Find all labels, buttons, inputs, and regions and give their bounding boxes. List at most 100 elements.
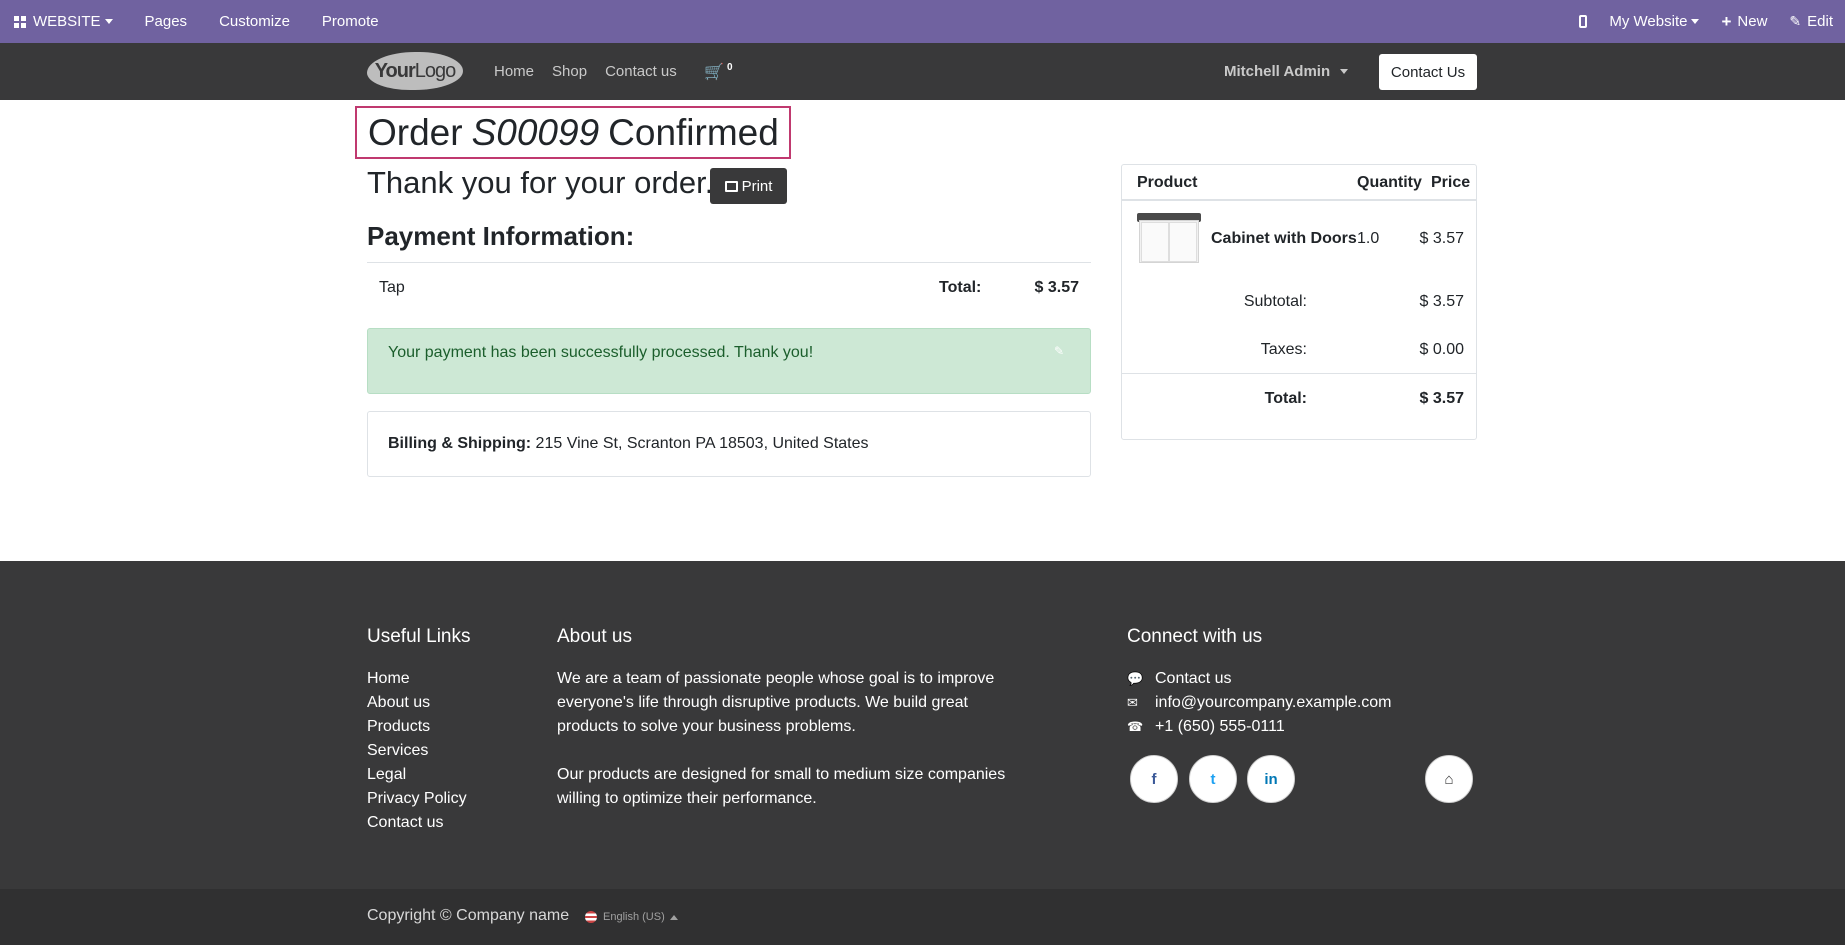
- product-image: [1137, 213, 1201, 265]
- billing-label: Billing & Shipping:: [388, 435, 532, 452]
- site-logo[interactable]: Your Logo: [367, 52, 463, 90]
- pencil-icon: ✎: [1789, 13, 1802, 29]
- website-admin-bar: WEBSITE Pages Customize Promote My Websi…: [0, 0, 1845, 43]
- order-confirmed-title: Order S00099 Confirmed: [355, 106, 791, 159]
- product-price: $ 3.57: [1419, 230, 1464, 247]
- payment-information-heading: Payment Information:: [367, 221, 635, 251]
- pencil-icon[interactable]: ✎: [1054, 344, 1064, 358]
- footer-email[interactable]: info@yourcompany.example.com: [1155, 691, 1392, 715]
- my-website-switcher[interactable]: My Website: [1609, 0, 1700, 43]
- order-summary-card: Product Quantity Price Cabinet with Door…: [1121, 164, 1477, 440]
- site-footer: Useful Links Home About us Products Serv…: [0, 561, 1845, 889]
- connect-list: 💬 Contact us ✉ info@yourcompany.example.…: [1127, 667, 1392, 739]
- language-selector[interactable]: English (US): [585, 911, 678, 923]
- total-divider: [1122, 373, 1476, 374]
- copyright-text: Copyright © Company name: [367, 907, 570, 924]
- new-label: New: [1737, 13, 1768, 30]
- logo-text: Logo: [414, 59, 456, 82]
- phone-icon: ☎: [1127, 719, 1144, 734]
- header-divider: [1122, 199, 1476, 201]
- facebook-icon: f: [1151, 770, 1157, 788]
- order-title-prefix: Order: [368, 111, 463, 153]
- twitter-icon: t: [1210, 770, 1216, 788]
- billing-shipping-card: Billing & Shipping: 215 Vine St, Scranto…: [367, 411, 1091, 477]
- useful-links-title: Useful Links: [367, 626, 471, 647]
- col-header-price: Price: [1431, 174, 1471, 191]
- website-menu[interactable]: WEBSITE: [14, 0, 113, 43]
- useful-links-list: Home About us Products Services Legal Pr…: [367, 667, 467, 835]
- facebook-button[interactable]: f: [1130, 755, 1178, 803]
- taxes-value: $ 0.00: [1419, 341, 1464, 358]
- connect-title: Connect with us: [1127, 626, 1263, 647]
- edit-label: Edit: [1807, 13, 1833, 30]
- printer-icon: [724, 180, 738, 192]
- summary-total-value: $ 3.57: [1419, 390, 1464, 407]
- site-navbar: Your Logo Home Shop Contact us 🛒 0 Mitche…: [0, 43, 1845, 100]
- footer-link-products[interactable]: Products: [367, 715, 467, 739]
- contact-us-button[interactable]: Contact Us: [1379, 54, 1477, 90]
- footer-link-privacy[interactable]: Privacy Policy: [367, 787, 467, 811]
- footer-link-contact[interactable]: Contact us: [367, 811, 467, 835]
- about-us-text: We are a team of passionate people whose…: [557, 667, 1007, 835]
- pages-menu[interactable]: Pages: [145, 0, 188, 43]
- shopping-cart-icon[interactable]: 🛒: [704, 62, 724, 82]
- home-icon: ⌂: [1444, 770, 1454, 788]
- plus-icon: +: [1721, 11, 1732, 31]
- logo-text-bold: Your: [374, 59, 416, 82]
- payment-success-alert: Your payment has been successfully proce…: [367, 328, 1091, 394]
- footer-link-services[interactable]: Services: [367, 739, 467, 763]
- envelope-icon: ✉: [1127, 695, 1138, 710]
- print-button[interactable]: Print: [710, 168, 787, 204]
- taxes-label: Taxes:: [1260, 341, 1307, 358]
- main-nav: Home Shop Contact us: [494, 43, 695, 100]
- twitter-button[interactable]: t: [1189, 755, 1237, 803]
- linkedin-icon: in: [1264, 770, 1278, 788]
- footer-link-about[interactable]: About us: [367, 691, 467, 715]
- customize-menu[interactable]: Customize: [219, 0, 290, 43]
- subtotal-label: Subtotal:: [1243, 293, 1307, 310]
- mobile-icon: [1579, 15, 1588, 28]
- mobile-preview-button[interactable]: [1579, 0, 1588, 43]
- comment-icon: 💬: [1127, 671, 1144, 686]
- col-header-quantity: Quantity: [1357, 174, 1422, 191]
- new-content-button[interactable]: + New: [1721, 0, 1767, 43]
- footer-link-home[interactable]: Home: [367, 667, 467, 691]
- footer-link-legal[interactable]: Legal: [367, 763, 467, 787]
- billing-address: 215 Vine St, Scranton PA 18503, United S…: [535, 435, 869, 452]
- caret-down-icon: [1340, 69, 1349, 74]
- subtotal-value: $ 3.57: [1419, 293, 1464, 310]
- caret-down-icon: [104, 19, 113, 24]
- language-label: English (US): [603, 911, 665, 923]
- user-name: Mitchell Admin: [1224, 63, 1331, 80]
- about-paragraph-2: Our products are designed for small to m…: [557, 766, 1006, 807]
- payment-success-message: Your payment has been successfully proce…: [388, 344, 814, 361]
- about-us-title: About us: [557, 626, 632, 647]
- payment-total-label: Total:: [939, 279, 982, 296]
- product-quantity: 1.0: [1357, 230, 1380, 247]
- user-menu[interactable]: Mitchell Admin: [1224, 43, 1349, 100]
- payment-method: Tap: [379, 279, 405, 296]
- apps-grid-icon: [14, 15, 26, 28]
- caret-down-icon: [1691, 19, 1700, 24]
- product-name[interactable]: Cabinet with Doors: [1211, 230, 1357, 248]
- order-reference: S00099: [471, 111, 600, 153]
- nav-contact-us[interactable]: Contact us: [605, 63, 677, 80]
- home-button[interactable]: ⌂: [1425, 755, 1473, 803]
- caret-up-icon: [669, 914, 678, 920]
- footer-contact-us[interactable]: Contact us: [1155, 667, 1231, 691]
- footer-phone[interactable]: +1 (650) 555-0111: [1155, 715, 1285, 739]
- nav-home[interactable]: Home: [494, 63, 534, 80]
- order-title-suffix: Confirmed: [608, 111, 779, 153]
- print-label: Print: [741, 177, 773, 195]
- copyright-bar: Copyright © Company name English (US): [0, 889, 1845, 945]
- cart-count-badge: 0: [727, 62, 733, 73]
- my-website-label: My Website: [1609, 13, 1688, 30]
- us-flag-icon: [585, 911, 597, 923]
- nav-shop[interactable]: Shop: [552, 63, 587, 80]
- about-paragraph-1: We are a team of passionate people whose…: [557, 670, 995, 735]
- linkedin-button[interactable]: in: [1247, 755, 1295, 803]
- edit-page-button[interactable]: ✎ Edit: [1789, 0, 1833, 43]
- promote-menu[interactable]: Promote: [322, 0, 379, 43]
- payment-row: Tap Total: $ 3.57: [367, 262, 1091, 312]
- thank-you-message: Thank you for your order.: [367, 165, 714, 200]
